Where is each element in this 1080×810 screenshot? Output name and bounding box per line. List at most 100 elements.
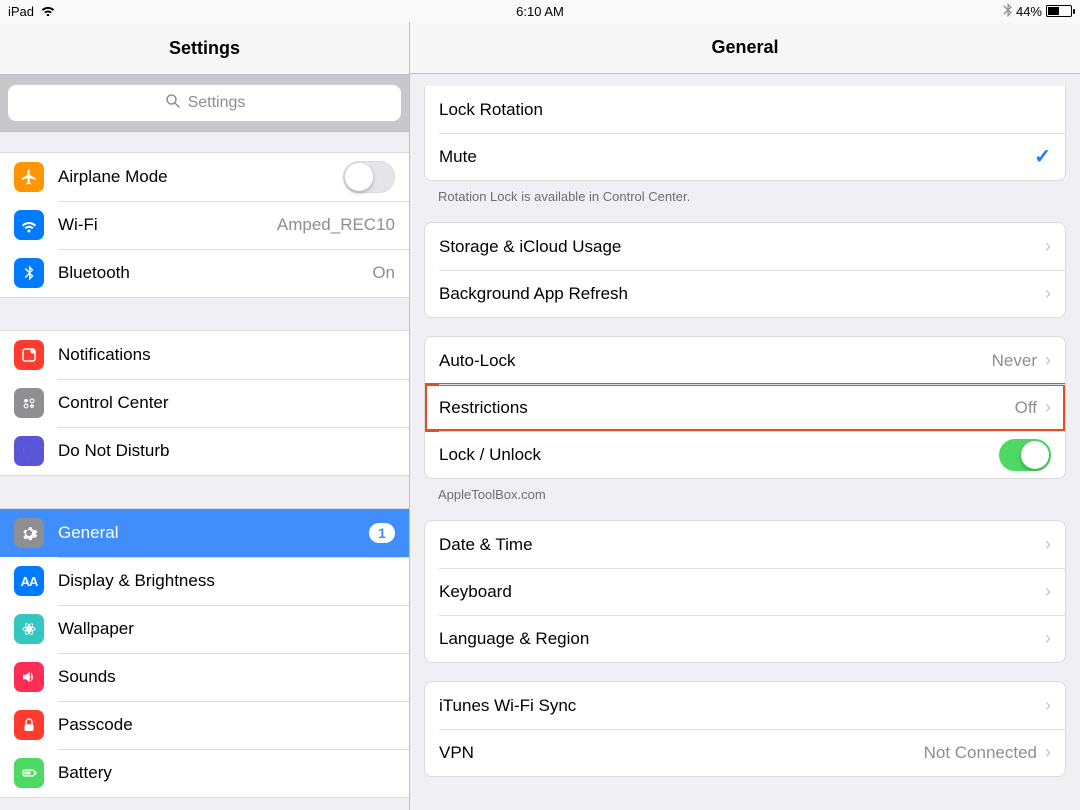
battery-icon (14, 758, 44, 788)
sidebar-item-dnd[interactable]: Do Not Disturb (0, 427, 409, 475)
watermark: AppleToolBox.com (438, 487, 1052, 502)
sidebar-item-label: Do Not Disturb (58, 441, 395, 461)
sidebar-item-label: Battery (58, 763, 395, 783)
auto-lock-value: Never (992, 351, 1037, 371)
wifi-value: Amped_REC10 (277, 215, 395, 235)
detail-title: General (410, 22, 1080, 74)
control-center-icon (14, 388, 44, 418)
search-input[interactable]: Settings (8, 85, 401, 121)
sidebar-item-display[interactable]: AA Display & Brightness (0, 557, 409, 605)
sidebar-item-battery[interactable]: Battery (0, 749, 409, 797)
sidebar-item-sounds[interactable]: Sounds (0, 653, 409, 701)
row-label: Lock Rotation (439, 100, 1051, 120)
row-bg-refresh[interactable]: Background App Refresh › (425, 270, 1065, 317)
sidebar-item-passcode[interactable]: Passcode (0, 701, 409, 749)
row-lock-unlock[interactable]: Lock / Unlock (425, 431, 1065, 478)
row-label: VPN (439, 743, 924, 763)
row-label: Language & Region (439, 629, 1037, 649)
row-label: Auto-Lock (439, 351, 992, 371)
sidebar-item-label: Wi-Fi (58, 215, 277, 235)
settings-sidebar: Settings Settings Airplane Mode (0, 22, 410, 810)
sidebar-group-connectivity: Airplane Mode Wi-Fi Amped_REC10 Bluetoot… (0, 152, 409, 298)
row-label: Mute (439, 147, 1034, 167)
row-mute[interactable]: Mute ✓ (425, 133, 1065, 180)
sidebar-group-notifications: Notifications Control Center Do Not Dist… (0, 330, 409, 476)
row-itunes-wifi[interactable]: iTunes Wi-Fi Sync › (425, 682, 1065, 729)
status-bar: iPad 6:10 AM 44% (0, 0, 1080, 22)
sidebar-item-label: Passcode (58, 715, 395, 735)
group-sync: iTunes Wi-Fi Sync › VPN Not Connected › (424, 681, 1066, 777)
restrictions-value: Off (1015, 398, 1037, 418)
sidebar-item-bluetooth[interactable]: Bluetooth On (0, 249, 409, 297)
row-lang-region[interactable]: Language & Region › (425, 615, 1065, 662)
sidebar-item-label: Bluetooth (58, 263, 372, 283)
airplane-toggle[interactable] (343, 161, 395, 193)
row-auto-lock[interactable]: Auto-Lock Never › (425, 337, 1065, 384)
chevron-right-icon: › (1045, 236, 1051, 257)
chevron-right-icon: › (1045, 283, 1051, 304)
group-storage: Storage & iCloud Usage › Background App … (424, 222, 1066, 318)
vpn-value: Not Connected (924, 743, 1037, 763)
row-vpn[interactable]: VPN Not Connected › (425, 729, 1065, 776)
row-date-time[interactable]: Date & Time › (425, 521, 1065, 568)
search-placeholder: Settings (188, 94, 246, 112)
bluetooth-icon (14, 258, 44, 288)
group-datetime: Date & Time › Keyboard › Language & Regi… (424, 520, 1066, 663)
chevron-right-icon: › (1045, 695, 1051, 716)
search-wrap: Settings (0, 74, 409, 132)
detail-pane: General Lock Rotation Mute ✓ Rotation Lo… (410, 22, 1080, 810)
bluetooth-value: On (372, 263, 395, 283)
sidebar-item-label: Display & Brightness (58, 571, 395, 591)
sidebar-item-airplane[interactable]: Airplane Mode (0, 153, 409, 201)
plane-icon (14, 162, 44, 192)
sidebar-item-label: Notifications (58, 345, 395, 365)
chevron-right-icon: › (1045, 581, 1051, 602)
chevron-right-icon: › (1045, 397, 1051, 418)
check-icon: ✓ (1034, 144, 1051, 169)
speaker-icon (14, 662, 44, 692)
sidebar-item-label: Wallpaper (58, 619, 395, 639)
sidebar-group-general: General 1 AA Display & Brightness Wallpa… (0, 508, 409, 798)
chevron-right-icon: › (1045, 350, 1051, 371)
row-label: Lock / Unlock (439, 445, 999, 465)
battery-icon (1046, 5, 1072, 17)
sidebar-item-control-center[interactable]: Control Center (0, 379, 409, 427)
group-lock: Auto-Lock Never › Restrictions Off › Loc… (424, 336, 1066, 479)
gear-icon (14, 518, 44, 548)
row-keyboard[interactable]: Keyboard › (425, 568, 1065, 615)
sidebar-item-label: Airplane Mode (58, 167, 343, 187)
sidebar-item-label: Sounds (58, 667, 395, 687)
battery-pct: 44% (1016, 4, 1042, 19)
wifi-icon (40, 3, 56, 19)
status-time: 6:10 AM (516, 4, 564, 19)
row-lock-rotation[interactable]: Lock Rotation (425, 86, 1065, 133)
row-label: Background App Refresh (439, 284, 1037, 304)
row-label: Keyboard (439, 582, 1037, 602)
general-badge: 1 (369, 523, 395, 543)
sidebar-item-notifications[interactable]: Notifications (0, 331, 409, 379)
row-restrictions[interactable]: Restrictions Off › (425, 384, 1065, 431)
group-side-switch: Lock Rotation Mute ✓ (424, 86, 1066, 181)
sidebar-item-label: Control Center (58, 393, 395, 413)
side-switch-note: Rotation Lock is available in Control Ce… (438, 189, 1052, 204)
sidebar-item-wifi[interactable]: Wi-Fi Amped_REC10 (0, 201, 409, 249)
display-icon: AA (14, 566, 44, 596)
lock-unlock-toggle[interactable] (999, 439, 1051, 471)
device-name: iPad (8, 4, 34, 19)
chevron-right-icon: › (1045, 628, 1051, 649)
sidebar-item-general[interactable]: General 1 (0, 509, 409, 557)
moon-icon (14, 436, 44, 466)
wifi-icon (14, 210, 44, 240)
wallpaper-icon (14, 614, 44, 644)
sidebar-item-label: General (58, 523, 361, 543)
search-icon (164, 92, 182, 115)
chevron-right-icon: › (1045, 534, 1051, 555)
notifications-icon (14, 340, 44, 370)
sidebar-item-wallpaper[interactable]: Wallpaper (0, 605, 409, 653)
row-label: Restrictions (439, 398, 1015, 418)
bluetooth-icon (1003, 3, 1012, 20)
row-label: Storage & iCloud Usage (439, 237, 1037, 257)
row-label: iTunes Wi-Fi Sync (439, 696, 1037, 716)
row-storage[interactable]: Storage & iCloud Usage › (425, 223, 1065, 270)
chevron-right-icon: › (1045, 742, 1051, 763)
